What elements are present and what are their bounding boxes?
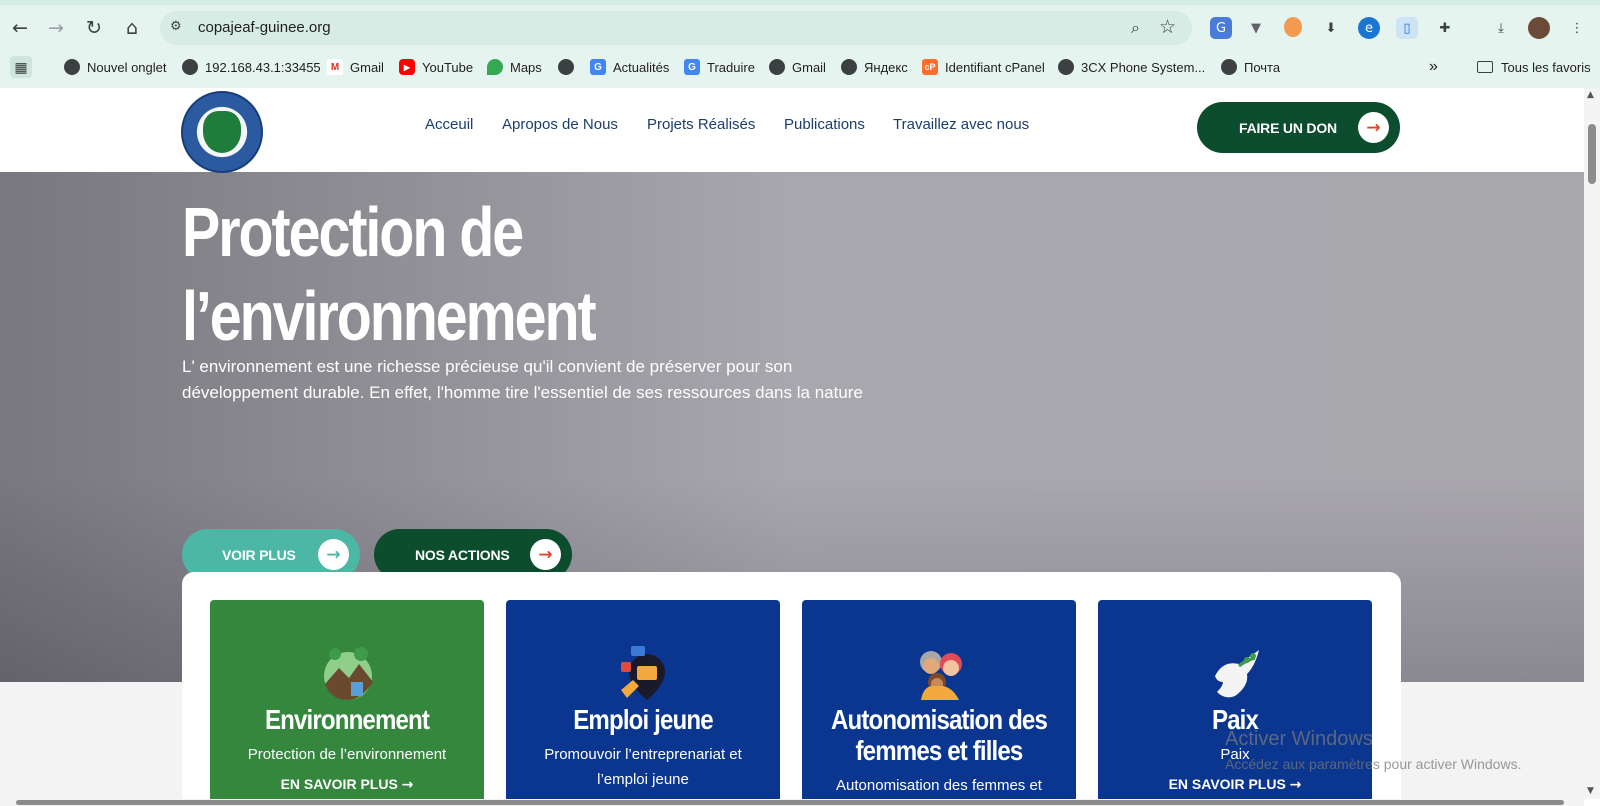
activate-windows-subtitle: Accédez aux paramètres pour activer Wind… — [1225, 756, 1522, 772]
cpanel-icon: cP — [922, 59, 938, 75]
globe-icon — [64, 59, 80, 75]
youtube-icon: ▶ — [399, 59, 415, 75]
translate-extension-icon[interactable]: G — [1210, 17, 1232, 39]
hero-text: L' environnement est une richesse précie… — [182, 357, 863, 402]
back-icon[interactable]: ← — [5, 13, 35, 43]
gmail-icon: M — [327, 59, 343, 75]
globe-icon — [1221, 59, 1237, 75]
landscape-icon — [324, 647, 373, 700]
forward-icon[interactable]: → — [41, 13, 71, 43]
maps-icon — [487, 59, 503, 75]
horizontal-scroll-thumb[interactable] — [16, 800, 1564, 805]
downloads-icon[interactable]: ⤓ — [1490, 17, 1512, 39]
arrow-right-icon: → — [1289, 777, 1302, 793]
bookmark-yandex[interactable]: Яндекс — [841, 55, 908, 79]
rocket-extension-icon[interactable] — [1284, 17, 1302, 37]
bookmark-3cx[interactable]: 3CX Phone System... — [1058, 55, 1205, 79]
bookmark-cpanel[interactable]: cP Identifiant cPanel — [922, 55, 1045, 79]
bookmark-star-icon[interactable]: ☆ — [1159, 16, 1176, 38]
bookmark-maps[interactable]: Maps — [487, 55, 542, 79]
card-title: Autonomisation des femmes et filles — [831, 704, 1048, 766]
card-emploi-jeune[interactable]: Emploi jeune Promouvoir l’entreprenariat… — [506, 600, 780, 799]
bookmark-traduire[interactable]: G Traduire — [684, 55, 755, 79]
vertical-scroll-thumb[interactable] — [1588, 124, 1596, 184]
arrow-right-icon: → — [401, 777, 414, 793]
scroll-up-icon[interactable]: ▲ — [1587, 90, 1597, 100]
bookmarks-bar: ▦ Nouvel onglet 192.168.43.1:33455 M Gmai… — [0, 52, 1600, 82]
bookmark-youtube[interactable]: ▶ YouTube — [399, 55, 473, 79]
card-description: Protection de l’environnement — [247, 746, 447, 763]
card-description: Autonomisation des femmes et — [836, 777, 1042, 794]
home-icon[interactable]: ⌂ — [117, 13, 147, 43]
arrow-right-icon: → — [530, 539, 561, 570]
bookmark-gmail[interactable]: M Gmail — [327, 55, 384, 79]
focus-areas-panel: Environnement Protection de l’environnem… — [182, 572, 1401, 799]
tab-strip-edge — [0, 0, 1600, 5]
horizontal-scrollbar[interactable] — [0, 799, 1584, 806]
hero-title: Protection de l’environnement — [182, 193, 597, 355]
africa-map-icon — [203, 111, 241, 153]
menu-kebab-icon[interactable]: ⋮ — [1566, 17, 1588, 39]
doc-extension-icon[interactable]: ▯ — [1396, 17, 1418, 39]
translate-icon: G — [684, 59, 700, 75]
job-location-icon — [621, 646, 665, 700]
card-autonomisation[interactable]: Autonomisation des femmes et filles Auto… — [802, 600, 1076, 799]
reload-icon[interactable]: ↻ — [79, 13, 109, 43]
bookmarks-overflow-icon[interactable]: » — [1429, 55, 1438, 79]
nav-apropos[interactable]: Apropos de Nous — [502, 116, 618, 133]
people-icon — [920, 651, 962, 700]
arrow-right-icon: → — [318, 539, 349, 570]
donate-button[interactable]: FAIRE UN DON → — [1197, 102, 1400, 153]
download-extension-icon[interactable]: ⬇ — [1320, 17, 1342, 39]
nav-acceuil[interactable]: Acceuil — [425, 116, 473, 133]
zoom-icon[interactable]: ⌕ — [1131, 18, 1140, 38]
card-description: Promouvoir l’entreprenariat et l’emploi … — [544, 746, 742, 788]
site-header: Acceuil Apropos de Nous Projets Réalisés… — [0, 88, 1584, 173]
globe-icon — [841, 59, 857, 75]
site-info-icon[interactable]: ⚙ — [170, 19, 188, 37]
activate-windows-title: Activer Windows — [1225, 728, 1373, 750]
extensions-puzzle-icon[interactable]: ✚ — [1434, 17, 1456, 39]
folder-icon — [1477, 61, 1493, 73]
web-page: Protection de l’environnement L' environ… — [0, 88, 1584, 799]
bookmark-actualites[interactable]: G Actualités — [590, 55, 669, 79]
dove-icon — [1215, 650, 1259, 698]
card-environnement[interactable]: Environnement Protection de l’environnem… — [210, 600, 484, 799]
learn-more-link[interactable]: EN SAVOIR PLUS → — [1098, 776, 1372, 793]
address-bar[interactable]: ⚙ copajeaf-guinee.org ⌕ ☆ — [160, 11, 1192, 45]
nav-publications[interactable]: Publications — [784, 116, 865, 133]
vertical-scrollbar[interactable]: ▲ ▼ — [1584, 88, 1600, 799]
bookmark-ip[interactable]: 192.168.43.1:33455 — [182, 55, 321, 79]
globe-icon — [769, 59, 785, 75]
all-bookmarks-folder[interactable]: Tous les favoris — [1477, 55, 1591, 79]
vpn-extension-icon[interactable]: ▼ — [1245, 17, 1267, 39]
scroll-down-icon[interactable]: ▼ — [1587, 786, 1597, 796]
card-title: Environnement — [264, 704, 430, 735]
bookmark-pochta[interactable]: Почта — [1221, 55, 1280, 79]
nav-projets[interactable]: Projets Réalisés — [647, 116, 755, 133]
edge-extension-icon[interactable]: e — [1358, 17, 1380, 39]
card-title: Emploi jeune — [573, 704, 713, 735]
bookmark-unnamed[interactable] — [558, 55, 581, 79]
news-icon: G — [590, 59, 606, 75]
profile-avatar[interactable] — [1528, 17, 1550, 39]
bookmark-gmail-2[interactable]: Gmail — [769, 55, 826, 79]
globe-icon — [182, 59, 198, 75]
nav-travaillez[interactable]: Travaillez avec nous — [893, 116, 1029, 133]
arrow-right-icon: → — [1358, 112, 1389, 143]
globe-icon — [558, 59, 574, 75]
copajeaf-logo[interactable] — [181, 91, 263, 173]
globe-icon — [1058, 59, 1074, 75]
browser-chrome: ← → ↻ ⌂ ⚙ copajeaf-guinee.org ⌕ ☆ G ▼ ⬇ … — [0, 0, 1600, 88]
bookmark-nouvel-onglet[interactable]: Nouvel onglet — [64, 55, 167, 79]
url-text[interactable]: copajeaf-guinee.org — [198, 19, 331, 36]
apps-grid-icon[interactable]: ▦ — [10, 55, 32, 79]
learn-more-link[interactable]: EN SAVOIR PLUS → — [210, 776, 484, 793]
